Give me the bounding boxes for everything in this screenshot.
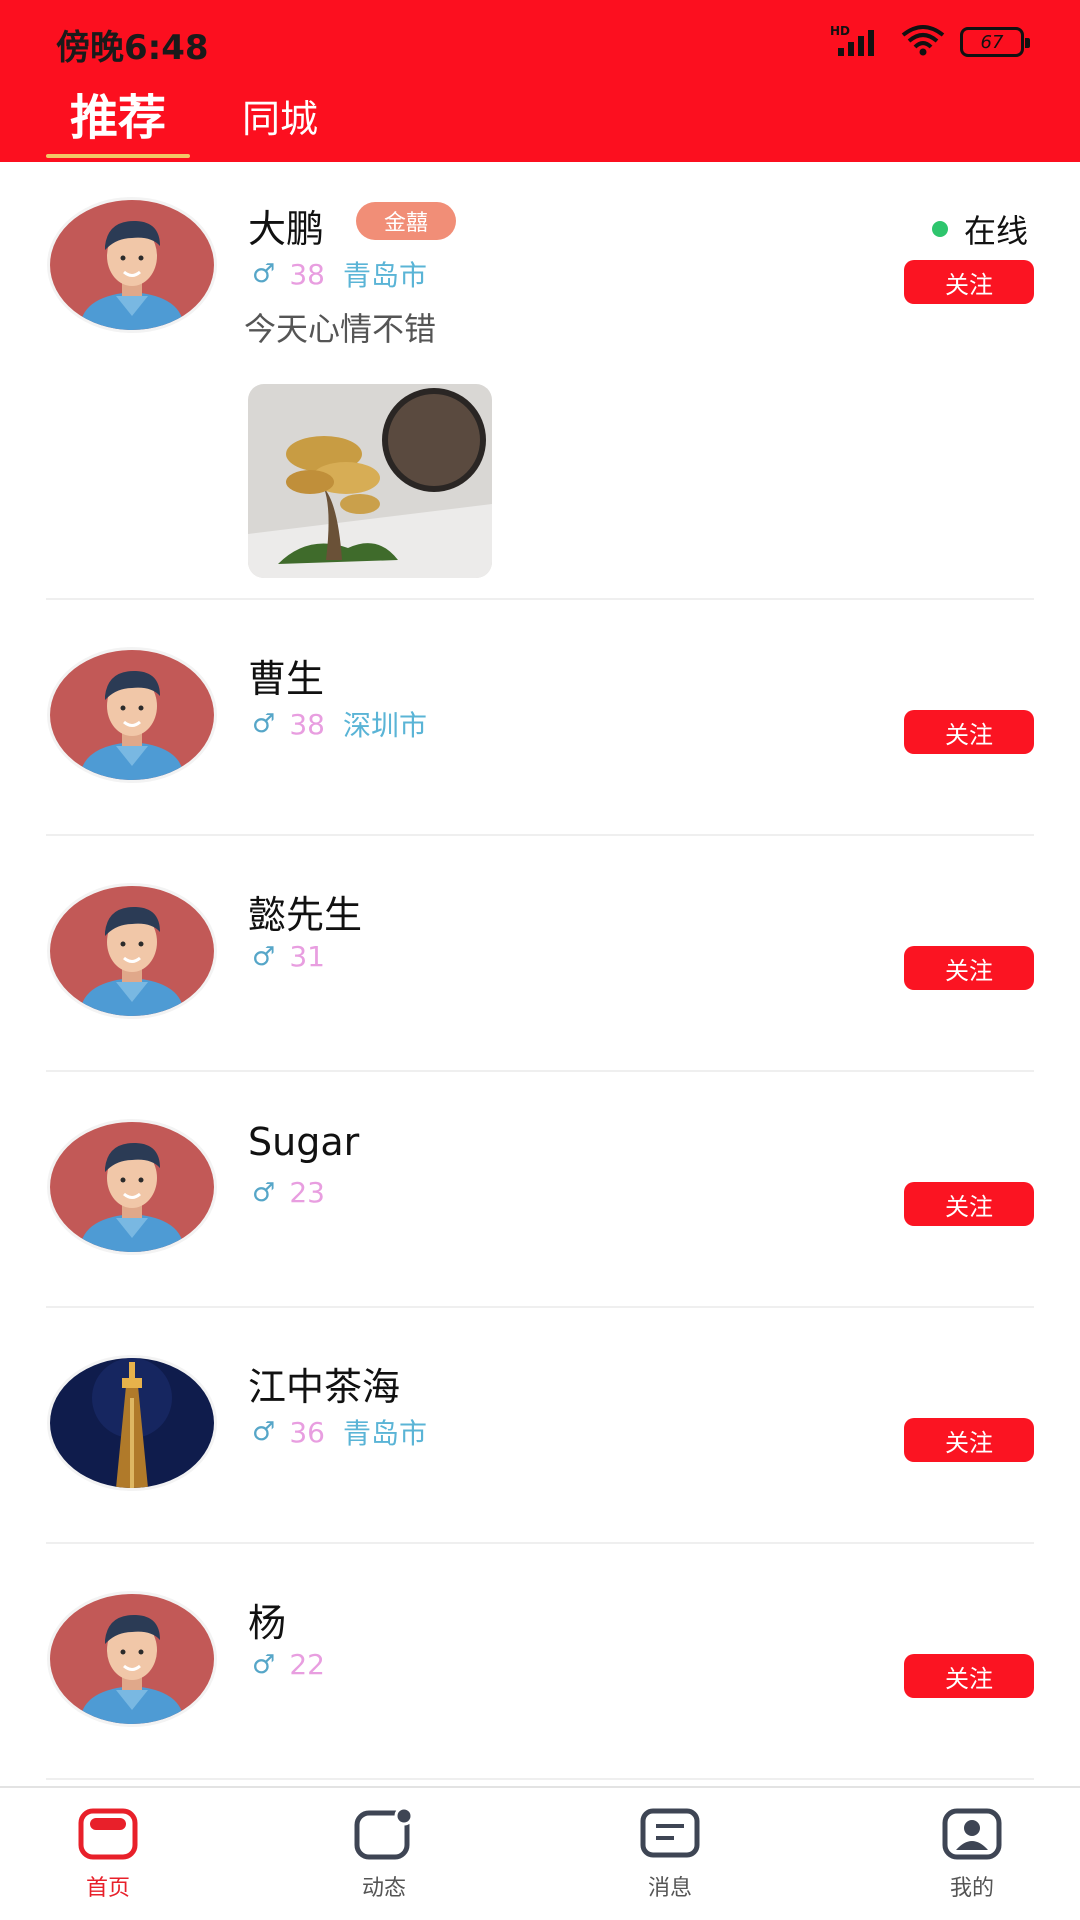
- avatar[interactable]: [50, 650, 214, 780]
- online-dot-icon: [931, 221, 948, 237]
- moments-icon: [354, 1806, 414, 1864]
- user-name: 懿先生: [248, 893, 363, 937]
- status-icons: HD 67: [830, 24, 1030, 60]
- battery-level: 67: [980, 31, 1004, 53]
- online-status: 在线: [931, 206, 1028, 252]
- user-name: 杨: [248, 1601, 287, 1645]
- avatar[interactable]: [50, 200, 214, 330]
- follow-button[interactable]: 关注: [904, 710, 1034, 754]
- list-item[interactable]: 曹生 ♂ 38 深圳市 关注: [0, 600, 1080, 836]
- follow-button[interactable]: 关注: [904, 1182, 1034, 1226]
- male-icon: ♂: [252, 709, 276, 739]
- follow-button[interactable]: 关注: [904, 946, 1034, 990]
- tab-same-city[interactable]: 同城: [242, 78, 318, 162]
- nav-messages-label: 消息: [647, 1876, 692, 1901]
- user-age: 23: [289, 1176, 325, 1209]
- user-meta: ♂ 38 深圳市: [252, 704, 427, 744]
- status-bar: 傍晚6:48 HD 67: [0, 0, 1080, 78]
- user-city: 青岛市: [342, 259, 427, 292]
- user-age: 22: [289, 1648, 325, 1681]
- user-meta: ♂ 23: [252, 1176, 325, 1209]
- profile-icon: [942, 1808, 1002, 1864]
- follow-button[interactable]: 关注: [904, 1418, 1034, 1462]
- user-meta: ♂ 38 青岛市: [252, 254, 427, 294]
- message-icon: [640, 1808, 700, 1864]
- nav-profile[interactable]: 我的: [902, 1808, 1042, 1902]
- user-age: 31: [289, 940, 325, 973]
- cellular-signal-icon: HD: [830, 24, 886, 58]
- avatar[interactable]: [50, 1594, 214, 1724]
- nav-messages[interactable]: 消息: [600, 1808, 740, 1902]
- nav-moments[interactable]: 动态: [314, 1806, 454, 1902]
- home-icon: [78, 1808, 138, 1864]
- user-name: 江中茶海: [248, 1365, 401, 1409]
- list-item[interactable]: 大鹏 金囍 ♂ 38 青岛市 今天心情不错 在线 关注: [0, 162, 1080, 600]
- divider: [46, 1778, 1034, 1780]
- post-image[interactable]: [248, 384, 492, 578]
- user-city: 青岛市: [342, 1417, 427, 1450]
- user-name: 大鹏: [248, 207, 325, 251]
- avatar[interactable]: [50, 1122, 214, 1252]
- user-name: 曹生: [248, 657, 325, 701]
- nav-moments-label: 动态: [361, 1876, 406, 1901]
- user-meta: ♂ 31: [252, 940, 325, 973]
- male-icon: ♂: [252, 1649, 276, 1680]
- top-tabs: 推荐 同城: [0, 78, 1080, 162]
- nav-home-label: 首页: [85, 1876, 130, 1901]
- nav-profile-label: 我的: [949, 1876, 994, 1901]
- list-item[interactable]: 杨 ♂ 22 关注: [0, 1544, 1080, 1780]
- user-city: 深圳市: [342, 709, 427, 742]
- male-icon: ♂: [252, 259, 276, 289]
- nav-home[interactable]: 首页: [38, 1808, 178, 1902]
- bottom-nav: 首页 动态 消息 我的: [0, 1786, 1080, 1920]
- avatar[interactable]: [50, 886, 214, 1016]
- user-name: Sugar: [248, 1120, 360, 1164]
- wifi-icon: [900, 24, 946, 60]
- top-header: 傍晚6:48 HD 67 推荐 同城: [0, 0, 1080, 162]
- battery-icon: 67: [960, 27, 1030, 57]
- user-meta: ♂ 36 青岛市: [252, 1412, 427, 1452]
- network-type-label: HD: [830, 24, 851, 38]
- list-item[interactable]: 懿先生 ♂ 31 关注: [0, 836, 1080, 1072]
- user-age: 38: [289, 257, 325, 291]
- vip-badge: 金囍: [356, 202, 456, 240]
- online-label: 在线: [963, 212, 1028, 250]
- user-age: 38: [289, 707, 325, 741]
- follow-button[interactable]: 关注: [904, 1654, 1034, 1698]
- male-icon: ♂: [252, 1177, 276, 1208]
- user-age: 36: [289, 1415, 325, 1449]
- user-meta: ♂ 22: [252, 1648, 325, 1681]
- tab-recommend[interactable]: 推荐: [46, 78, 190, 162]
- male-icon: ♂: [252, 1417, 276, 1447]
- male-icon: ♂: [252, 941, 276, 972]
- list-item[interactable]: Sugar ♂ 23 关注: [0, 1072, 1080, 1308]
- active-tab-indicator: [46, 154, 190, 158]
- avatar[interactable]: [50, 1358, 214, 1488]
- follow-button[interactable]: 关注: [904, 260, 1034, 304]
- list-item[interactable]: 江中茶海 ♂ 36 青岛市 关注: [0, 1308, 1080, 1544]
- user-status-text: 今天心情不错: [244, 310, 437, 348]
- status-time: 傍晚6:48: [56, 28, 209, 68]
